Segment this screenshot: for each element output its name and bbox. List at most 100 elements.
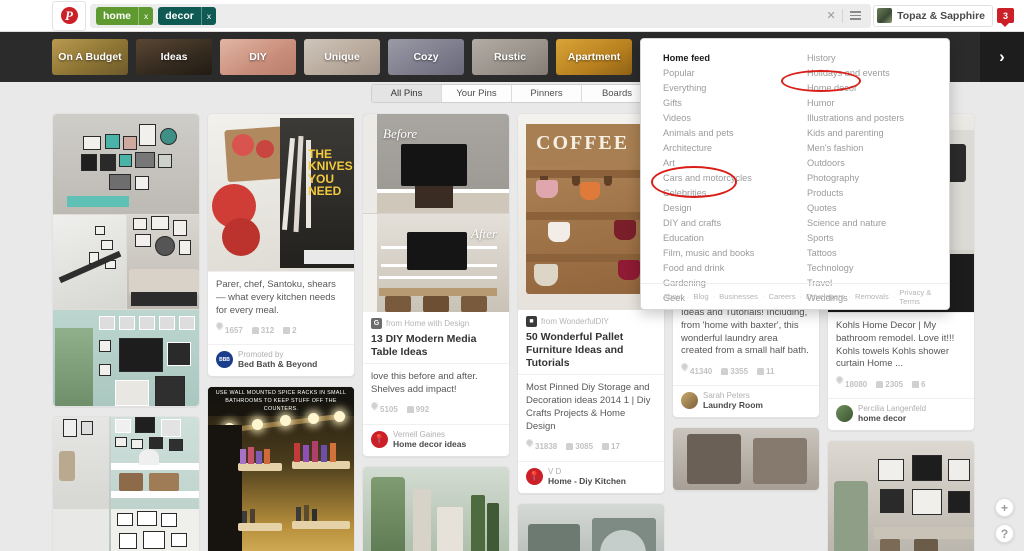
pin-image[interactable] <box>673 428 819 491</box>
dropdown-item-animals-and-pets[interactable]: Animals and pets <box>663 126 785 141</box>
dropdown-item-history[interactable]: History <box>807 51 929 66</box>
pin-description: Kohls Home Decor | My bathroom remodel. … <box>828 312 974 374</box>
dropdown-item-products[interactable]: Products <box>807 186 929 201</box>
board-name[interactable]: Home - Diy Kitchen <box>548 476 626 486</box>
pin-image[interactable]: Before After <box>363 114 509 312</box>
pin-card[interactable] <box>52 416 200 551</box>
footer-link-blog[interactable]: Blog <box>693 292 708 301</box>
pin-footer[interactable]: 📍 Vernell Gaines Home decor ideas <box>363 423 509 456</box>
pin-card[interactable]: THE KNIVES YOU NEED Parer, chef, Santoku, s… <box>207 113 355 378</box>
pin-card[interactable] <box>672 427 820 492</box>
dropdown-item-popular[interactable]: Popular <box>663 66 785 81</box>
pin-source[interactable]: G from Home with Design <box>371 318 501 329</box>
dropdown-item-art[interactable]: Art <box>663 156 785 171</box>
dropdown-item-architecture[interactable]: Architecture <box>663 141 785 156</box>
help-button[interactable]: ? <box>995 524 1014 543</box>
pin-card[interactable] <box>517 502 665 551</box>
category-dropdown-menu[interactable]: Home feed Popular Everything Gifts Video… <box>640 38 950 310</box>
pin-image[interactable] <box>53 114 199 406</box>
pin-footer[interactable]: Percilia Langenfeld home decor <box>828 398 974 430</box>
pinner-name[interactable]: Sarah Peters <box>703 391 763 400</box>
pin-footer[interactable]: 📍 V D Home - Diy Kitchen <box>518 460 664 493</box>
dropdown-item-kids-and-parenting[interactable]: Kids and parenting <box>807 126 929 141</box>
dropdown-item-quotes[interactable]: Quotes <box>807 201 929 216</box>
tab-all-pins[interactable]: All Pins <box>372 85 442 102</box>
dropdown-item-sports[interactable]: Sports <box>807 231 929 246</box>
footer-link-removals[interactable]: Removals <box>855 292 889 301</box>
dropdown-item-education[interactable]: Education <box>663 231 785 246</box>
dropdown-item-humor[interactable]: Humor <box>807 96 929 111</box>
category-chip-label: DIY <box>249 51 267 63</box>
pin-image[interactable] <box>53 417 199 551</box>
pinner-name[interactable]: Vernell Gaines <box>393 430 466 439</box>
category-chip-diy[interactable]: DIY <box>220 39 296 75</box>
dropdown-item-tattoos[interactable]: Tattoos <box>807 246 929 261</box>
hamburger-menu-icon[interactable] <box>843 4 867 28</box>
pin-image[interactable] <box>518 503 664 551</box>
pin-image[interactable] <box>828 441 974 551</box>
dropdown-item-everything[interactable]: Everything <box>663 81 785 96</box>
dropdown-item-technology[interactable]: Technology <box>807 261 929 276</box>
pin-footer[interactable]: Sarah Peters Laundry Room <box>673 385 819 417</box>
pin-card[interactable] <box>52 113 200 407</box>
search-tag-home[interactable]: home x <box>96 6 154 25</box>
dropdown-item-film-music-and-books[interactable]: Film, music and books <box>663 246 785 261</box>
dropdown-item-design[interactable]: Design <box>663 201 785 216</box>
pinner-name[interactable]: V D <box>548 467 626 476</box>
search-tag-home-remove-icon[interactable]: x <box>138 6 153 25</box>
pin-image[interactable] <box>363 466 509 551</box>
dropdown-item-mens-fashion[interactable]: Men's fashion <box>807 141 929 156</box>
clear-search-icon[interactable]: ✕ <box>820 4 842 28</box>
tab-your-pins[interactable]: Your Pins <box>442 85 512 102</box>
notifications-badge[interactable]: 3 <box>997 8 1014 27</box>
pin-card[interactable]: USE WALL MOUNTED SPICE RACKS IN SMALL BA… <box>207 386 355 551</box>
carousel-next-icon[interactable]: › <box>980 32 1024 82</box>
board-name[interactable]: Home decor ideas <box>393 439 466 449</box>
pin-card[interactable] <box>827 440 975 551</box>
search-tag-decor[interactable]: decor x <box>158 6 217 25</box>
dropdown-item-home-feed[interactable]: Home feed <box>663 51 785 66</box>
category-chip-on-a-budget[interactable]: On A Budget <box>52 39 128 75</box>
dropdown-item-holidays-and-events[interactable]: Holidays and events <box>807 66 929 81</box>
pinner-name[interactable]: Percilia Langenfeld <box>858 404 926 413</box>
category-chip-rustic[interactable]: Rustic <box>472 39 548 75</box>
search-input[interactable]: home x decor x ✕ <box>90 3 872 28</box>
dropdown-item-science-and-nature[interactable]: Science and nature <box>807 216 929 231</box>
stat-repins: 18080 <box>834 374 867 392</box>
footer-link-about[interactable]: About <box>663 292 683 301</box>
dropdown-item-celebrities[interactable]: Celebrities <box>663 186 785 201</box>
dropdown-item-gifts[interactable]: Gifts <box>663 96 785 111</box>
pin-image[interactable]: THE KNIVES YOU NEED <box>208 114 354 271</box>
footer-link-privacy-and-terms[interactable]: Privacy & Terms <box>899 288 949 306</box>
dropdown-item-cars-and-motorcycles[interactable]: Cars and motorcycles <box>663 171 785 186</box>
pin-source[interactable]: ■ from WonderfulDIY <box>526 316 656 327</box>
pin-image[interactable]: USE WALL MOUNTED SPICE RACKS IN SMALL BA… <box>208 387 354 551</box>
footer-link-businesses[interactable]: Businesses <box>719 292 758 301</box>
search-tag-decor-remove-icon[interactable]: x <box>200 6 216 25</box>
tab-pinners[interactable]: Pinners <box>512 85 582 102</box>
pin-card[interactable]: Before After G from Home with Design 13 … <box>362 113 510 457</box>
category-chip-ideas[interactable]: Ideas <box>136 39 212 75</box>
dropdown-item-diy-and-crafts[interactable]: DIY and crafts <box>663 216 785 231</box>
footer-link-careers[interactable]: Careers <box>769 292 796 301</box>
avatar <box>681 392 698 410</box>
category-chip-apartment[interactable]: Apartment <box>556 39 632 75</box>
category-chip-cozy[interactable]: Cozy <box>388 39 464 75</box>
pin-footer[interactable]: BBB Promoted by Bed Bath & Beyond <box>208 344 354 376</box>
dropdown-item-home-decor[interactable]: Home decor <box>807 81 929 96</box>
dropdown-item-food-and-drink[interactable]: Food and drink <box>663 261 785 276</box>
dropdown-item-illustrations-and-posters[interactable]: Illustrations and posters <box>807 111 929 126</box>
promoter-name[interactable]: Bed Bath & Beyond <box>238 359 317 369</box>
add-pin-button[interactable]: + <box>995 498 1014 517</box>
category-chip-unique[interactable]: Unique <box>304 39 380 75</box>
dropdown-item-outdoors[interactable]: Outdoors <box>807 156 929 171</box>
board-name[interactable]: Laundry Room <box>703 400 763 410</box>
footer-separator: · <box>892 292 896 301</box>
board-name[interactable]: home decor <box>858 413 926 423</box>
dropdown-item-photography[interactable]: Photography <box>807 171 929 186</box>
dropdown-item-videos[interactable]: Videos <box>663 111 785 126</box>
pinterest-logo-button[interactable]: P <box>52 0 86 31</box>
user-menu-button[interactable]: Topaz & Sapphire <box>873 4 993 27</box>
footer-link-developers[interactable]: Developers <box>806 292 844 301</box>
pin-card[interactable] <box>362 465 510 551</box>
